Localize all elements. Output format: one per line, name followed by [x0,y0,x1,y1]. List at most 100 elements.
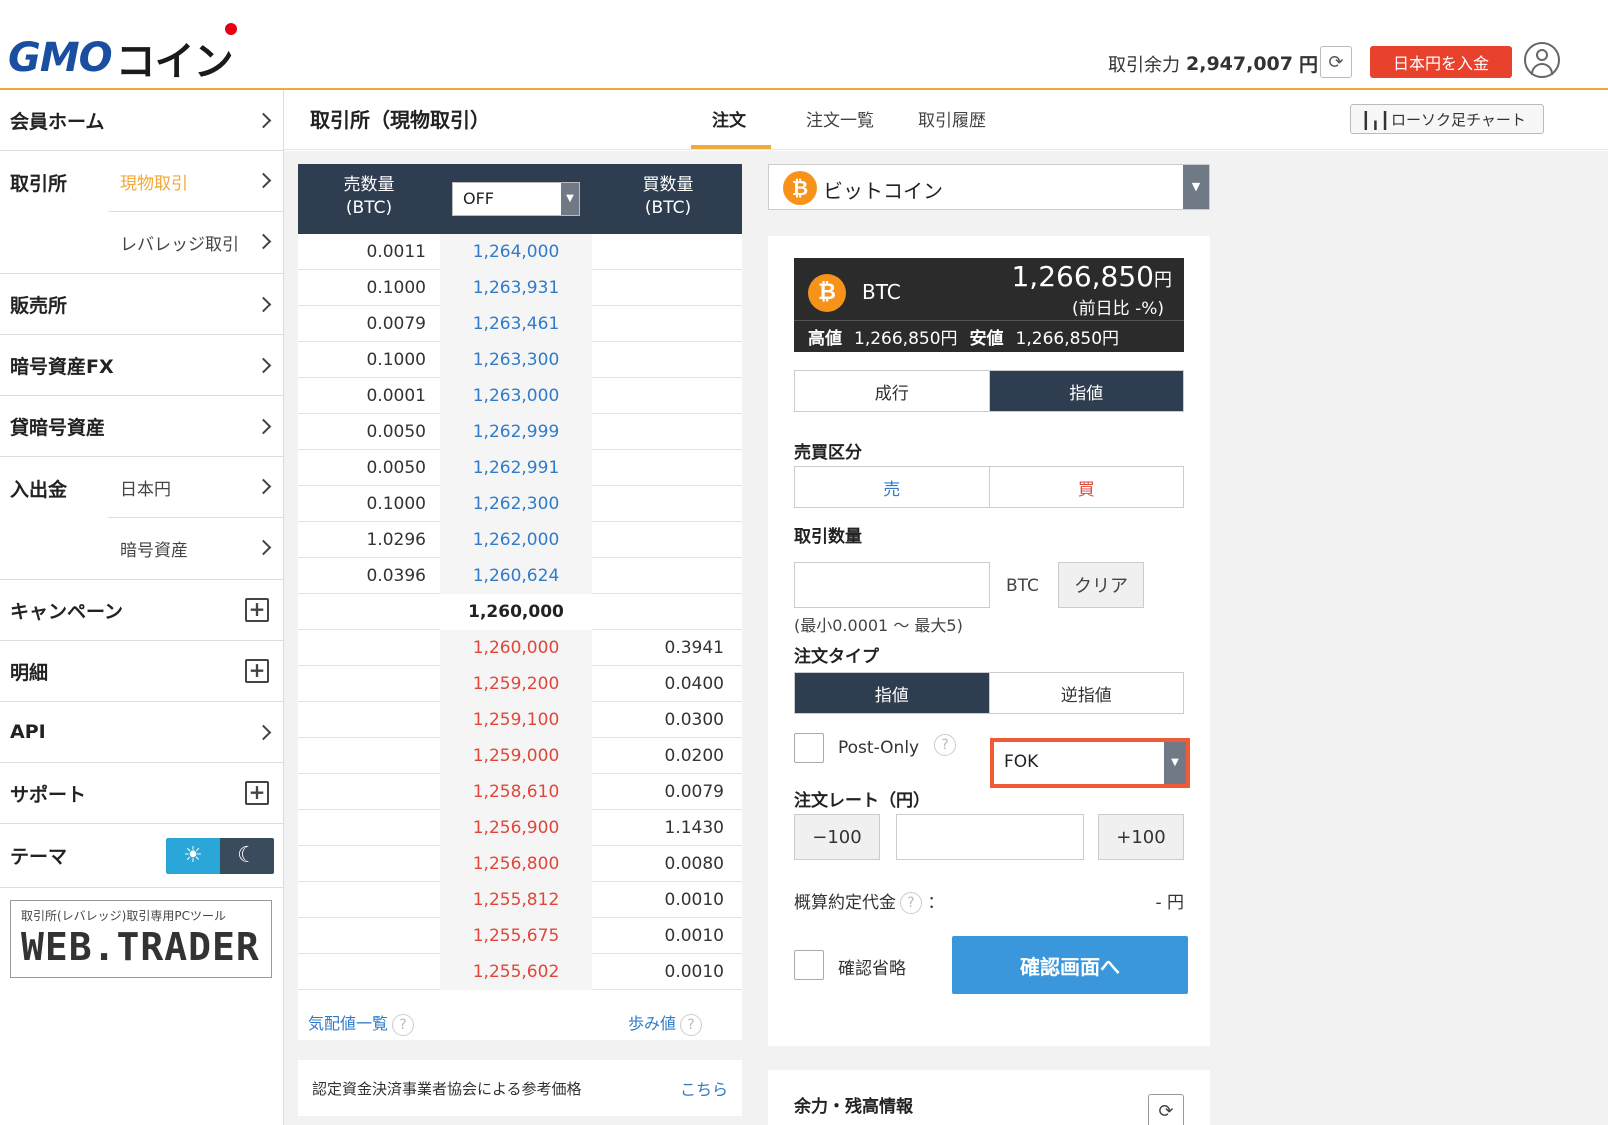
coin-select[interactable]: ₿ ビットコイン ▼ [768,164,1210,210]
dropdown-arrow-icon: ▼ [1183,165,1209,209]
bid-row[interactable]: 1,256,800 0.0080 [298,846,742,882]
type-limit-button[interactable]: 指値 [795,673,989,713]
price-cell[interactable]: 1,255,675 [440,918,592,954]
help-icon[interactable]: ? [900,892,922,914]
sell-qty-cell [298,810,440,846]
time-in-force-select[interactable]: FOK ▼ [990,738,1190,788]
clear-button[interactable]: クリア [1058,562,1144,608]
ask-row[interactable]: 0.1000 1,263,300 [298,342,742,378]
help-icon[interactable]: ? [934,734,956,756]
tab-order-list[interactable]: 注文一覧 [806,106,874,131]
skip-confirm-checkbox[interactable] [794,950,824,980]
user-account-icon[interactable] [1524,42,1560,78]
price-cell[interactable]: 1,260,000 [440,594,592,630]
price-cell[interactable]: 1,258,610 [440,774,592,810]
price-cell[interactable]: 1,262,991 [440,450,592,486]
bid-row[interactable]: 1,259,100 0.0300 [298,702,742,738]
sidebar-item-support[interactable]: サポート + [0,763,283,824]
ask-row[interactable]: 0.1000 1,262,300 [298,486,742,522]
type-stop-button[interactable]: 逆指値 [988,673,1184,713]
bid-row[interactable]: 1,255,602 0.0010 [298,954,742,990]
price-cell[interactable]: 1,262,000 [440,522,592,558]
rate-plus-button[interactable]: +100 [1098,814,1184,860]
ask-row[interactable]: 0.0050 1,262,999 [298,414,742,450]
trade-ticks-link[interactable]: 歩み値? [628,1010,702,1036]
ask-row[interactable]: 0.0011 1,264,000 [298,234,742,270]
help-icon[interactable]: ? [392,1013,415,1036]
chevron-right-icon [255,539,272,556]
sidebar-item-sales[interactable]: 販売所 [0,274,283,335]
quote-list-link[interactable]: 気配値一覧? [308,1010,415,1036]
webtrader-banner[interactable]: 取引所(レバレッジ)取引専用PCツール WEB.TRADER [10,900,272,978]
price-cell[interactable]: 1,263,931 [440,270,592,306]
sidebar-item-api[interactable]: API [0,702,283,763]
deposit-jpy-button[interactable]: 日本円を入金 [1370,46,1512,78]
price-cell[interactable]: 1,259,200 [440,666,592,702]
post-only-checkbox[interactable] [794,733,824,763]
price-cell[interactable]: 1,259,100 [440,702,592,738]
ask-row[interactable]: 0.0396 1,260,624 [298,558,742,594]
confirm-screen-button[interactable]: 確認画面へ [952,936,1188,994]
sidebar-item-spot[interactable]: 現物取引 [108,151,283,212]
sidebar-item-statement[interactable]: 明細 + [0,641,283,702]
bid-row[interactable]: 1,259,000 0.0200 [298,738,742,774]
price-cell[interactable]: 1,259,000 [440,738,592,774]
price-cell[interactable]: 1,255,812 [440,882,592,918]
high-value: 1,266,850円 [854,329,958,349]
bid-row[interactable]: 1,259,200 0.0400 [298,666,742,702]
sidebar-item-deposit-crypto[interactable]: 暗号資産 [0,518,283,579]
rate-minus-button[interactable]: −100 [794,814,880,860]
ask-row[interactable]: 0.0079 1,263,461 [298,306,742,342]
sidebar-item-deposit-jpy[interactable]: 日本円 [108,457,283,518]
mid-price-row[interactable]: 1,260,000 [298,594,742,630]
ask-row[interactable]: 0.1000 1,263,931 [298,270,742,306]
limit-order-button[interactable]: 指値 [988,371,1183,411]
refresh-balance-button[interactable]: ⟳ [1320,46,1352,78]
sidebar-item-label: キャンペーン [10,600,124,623]
price-cell[interactable]: 1,260,624 [440,558,592,594]
help-icon[interactable]: ? [680,1013,702,1036]
bid-row[interactable]: 1,255,675 0.0010 [298,918,742,954]
sell-button[interactable]: 売 [795,467,989,507]
price-cell[interactable]: 1,256,900 [440,810,592,846]
price-cell[interactable]: 1,263,461 [440,306,592,342]
order-rate-input[interactable] [896,814,1084,860]
price-cell[interactable]: 1,264,000 [440,234,592,270]
price-group-value: OFF [463,189,494,208]
sidebar-item-campaign[interactable]: キャンペーン + [0,580,283,641]
gmo-coin-logo[interactable]: GMO コイン [8,23,237,85]
quantity-input[interactable] [794,562,990,608]
bid-row[interactable]: 1,258,610 0.0079 [298,774,742,810]
price-cell[interactable]: 1,256,800 [440,846,592,882]
ask-row[interactable]: 0.0001 1,263,000 [298,378,742,414]
sidebar-item-fx[interactable]: 暗号資産FX [0,335,283,396]
ask-row[interactable]: 1.0296 1,262,000 [298,522,742,558]
sun-icon[interactable]: ☀ [166,837,220,874]
buy-qty-cell: 0.0079 [664,782,724,802]
sidebar-item-leverage[interactable]: レバレッジ取引 [0,212,283,273]
bid-row[interactable]: 1,260,000 0.3941 [298,630,742,666]
sell-qty-cell: 0.1000 [366,350,426,370]
ask-row[interactable]: 0.0050 1,262,991 [298,450,742,486]
price-cell[interactable]: 1,255,602 [440,954,592,990]
theme-toggle[interactable]: ☀ ☾ [166,837,274,874]
price-cell[interactable]: 1,263,300 [440,342,592,378]
bid-row[interactable]: 1,256,900 1.1430 [298,810,742,846]
price-cell[interactable]: 1,262,999 [440,414,592,450]
candlestick-chart-button[interactable]: ┃╻┃ ローソク足チャート [1350,104,1544,134]
price-cell[interactable]: 1,260,000 [440,630,592,666]
sidebar-item-lending[interactable]: 貸暗号資産 [0,396,283,457]
price-group-select[interactable]: OFF ▼ [452,182,580,216]
moon-icon[interactable]: ☾ [220,837,274,874]
price-cell[interactable]: 1,263,000 [440,378,592,414]
sidebar-item-home[interactable]: 会員ホーム [0,90,283,151]
price-cell[interactable]: 1,262,300 [440,486,592,522]
reference-price-link[interactable]: こちら [680,1076,728,1100]
market-order-button[interactable]: 成行 [795,371,989,411]
plus-icon: + [245,659,269,683]
tab-trade-history[interactable]: 取引履歴 [918,106,986,131]
buy-button[interactable]: 買 [988,467,1184,507]
bid-row[interactable]: 1,255,812 0.0010 [298,882,742,918]
tab-order[interactable]: 注文 [712,106,746,131]
refresh-icon[interactable]: ⟳ [1148,1094,1184,1125]
